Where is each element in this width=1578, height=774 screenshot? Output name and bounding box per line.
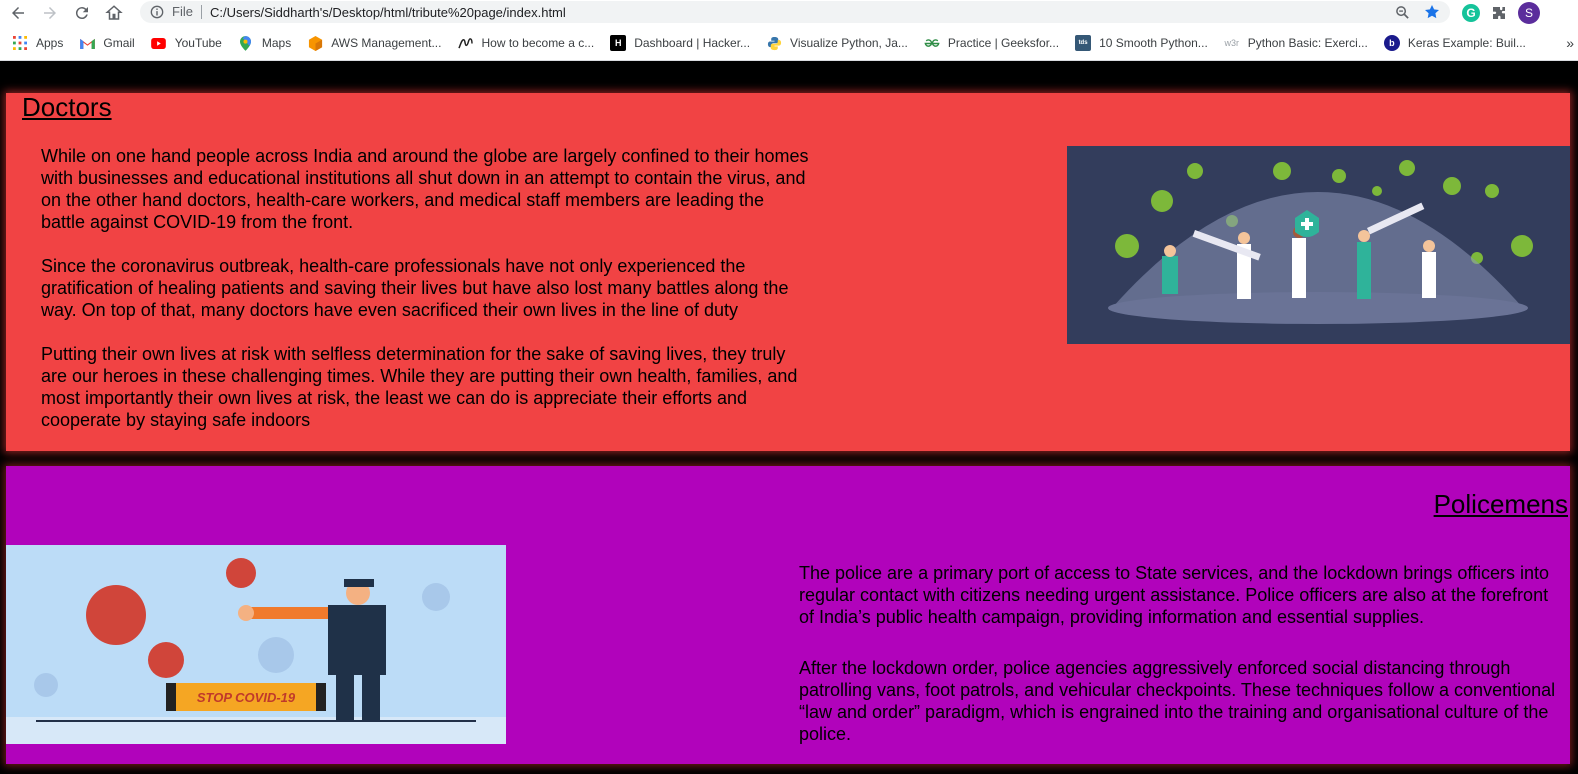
maps-icon xyxy=(238,35,254,51)
bookmark-label: Apps xyxy=(36,36,64,50)
bookmark-star-icon[interactable] xyxy=(1424,4,1440,20)
policemen-paragraph: The police are a primary port of access … xyxy=(799,563,1550,627)
address-bar[interactable]: File C:/Users/Siddharth's/Desktop/html/t… xyxy=(140,1,1450,23)
file-chip: File xyxy=(172,5,202,19)
doctors-text: While on one hand people across India an… xyxy=(41,145,811,453)
info-icon[interactable] xyxy=(150,5,164,19)
bookmarks-overflow-chevron-icon[interactable]: » xyxy=(1566,35,1574,51)
bookmark-medium[interactable]: How to become a c... xyxy=(457,35,594,51)
grammarly-extension-icon[interactable]: G xyxy=(1462,4,1480,22)
doctors-heading: Doctors xyxy=(22,92,112,122)
police-illustration: STOP COVID-19 xyxy=(6,545,506,744)
back-arrow-icon[interactable] xyxy=(6,1,30,25)
doctors-paragraph: Putting their own lives at risk with sel… xyxy=(41,344,798,430)
bookmark-aws[interactable]: AWS Management... xyxy=(307,35,441,51)
b-icon: b xyxy=(1383,35,1400,51)
bookmark-python[interactable]: Visualize Python, Ja... xyxy=(766,35,908,51)
bookmark-label: How to become a c... xyxy=(481,36,595,50)
gmail-icon xyxy=(79,35,95,51)
url-text[interactable]: C:/Users/Siddharth's/Desktop/html/tribut… xyxy=(210,5,566,20)
hackerrank-icon: H xyxy=(610,35,627,51)
policemen-heading: Policemens xyxy=(1433,489,1568,519)
bookmark-label: Python Basic: Exerci... xyxy=(1247,36,1368,50)
policemen-paragraph: After the lockdown order, police agencie… xyxy=(799,658,1556,744)
profile-avatar[interactable]: S xyxy=(1518,2,1540,24)
bookmark-gmail[interactable]: Gmail xyxy=(79,35,135,51)
aws-icon xyxy=(307,35,323,51)
bookmark-youtube[interactable]: YouTube xyxy=(151,35,222,51)
bookmark-label: Dashboard | Hacker... xyxy=(634,36,751,50)
bookmark-label: 10 Smooth Python... xyxy=(1099,36,1208,50)
bookmark-maps[interactable]: Maps xyxy=(238,35,291,51)
doctors-illustration xyxy=(1067,146,1570,344)
doctors-section: Doctors While on one hand people across … xyxy=(6,93,1570,451)
policemen-section: Policemens STOP COVID-19 The police are … xyxy=(6,466,1570,764)
doctors-paragraph: Since the coronavirus outbreak, health-c… xyxy=(41,256,789,320)
bookmark-keras[interactable]: b Keras Example: Buil... xyxy=(1383,35,1526,51)
browser-toolbar: File C:/Users/Siddharth's/Desktop/html/t… xyxy=(0,0,1578,26)
bookmark-geeksforgeeks[interactable]: Practice | Geeksfor... xyxy=(924,35,1059,51)
python-icon xyxy=(766,35,782,51)
doctors-paragraph: While on one hand people across India an… xyxy=(41,146,809,232)
w3r-icon: w3r xyxy=(1224,38,1240,48)
bookmark-label: YouTube xyxy=(174,36,222,50)
medium-icon xyxy=(457,35,473,51)
reload-icon[interactable] xyxy=(70,1,94,25)
geeksforgeeks-icon xyxy=(924,35,940,51)
zoom-icon[interactable] xyxy=(1394,4,1410,20)
bookmark-label: Gmail xyxy=(103,36,135,50)
home-icon[interactable] xyxy=(102,1,126,25)
bookmark-label: AWS Management... xyxy=(331,36,442,50)
bookmark-w3resource[interactable]: w3r Python Basic: Exerci... xyxy=(1224,35,1368,51)
bookmark-label: Visualize Python, Ja... xyxy=(790,36,908,50)
extensions-puzzle-icon[interactable] xyxy=(1490,4,1508,22)
apps-grid-icon xyxy=(12,35,28,51)
page-top-strip xyxy=(0,61,1578,87)
tds-icon: tds xyxy=(1075,35,1092,51)
bookmarks-bar: Apps Gmail YouTube Maps AWS Management..… xyxy=(0,26,1578,61)
sign-text: STOP COVID-19 xyxy=(197,690,296,705)
youtube-icon xyxy=(151,35,167,51)
bookmark-apps[interactable]: Apps xyxy=(12,35,63,51)
bookmark-label: Keras Example: Buil... xyxy=(1407,36,1526,50)
bookmark-tds[interactable]: tds 10 Smooth Python... xyxy=(1075,35,1208,51)
bookmark-hackerrank[interactable]: H Dashboard | Hacker... xyxy=(610,35,750,51)
bookmark-label: Maps xyxy=(261,36,292,50)
forward-arrow-icon[interactable] xyxy=(38,1,62,25)
policemen-text: The police are a primary port of access … xyxy=(799,562,1564,774)
bookmark-label: Practice | Geeksfor... xyxy=(947,36,1060,50)
